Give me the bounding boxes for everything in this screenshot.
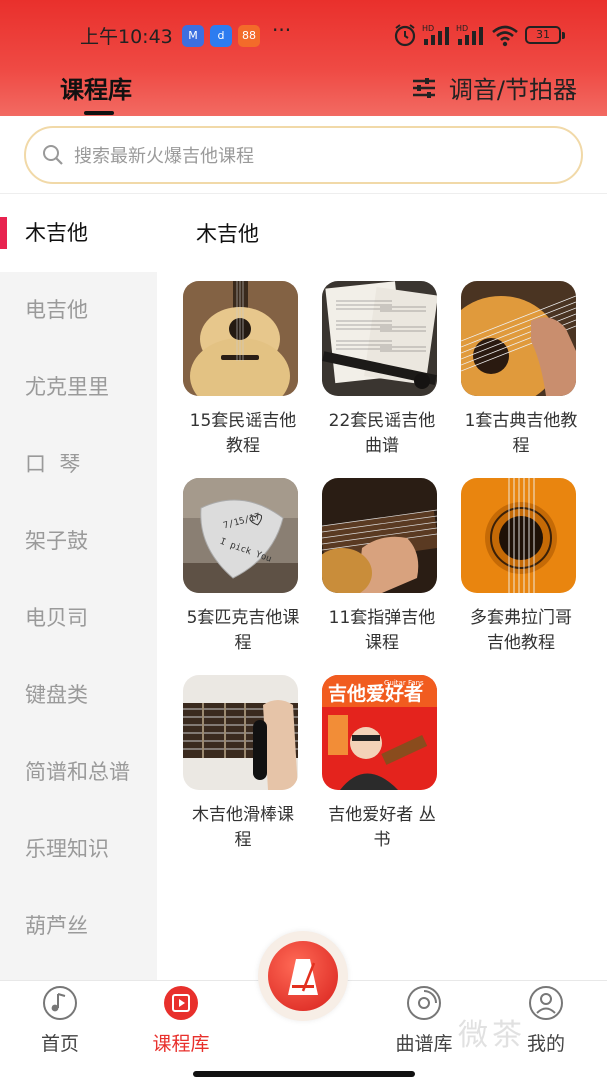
tab-course-library[interactable]: 课程库 xyxy=(60,70,132,105)
nav-sheet-library[interactable]: 曲谱库 xyxy=(384,985,464,1056)
category-sidebar: 木吉他 电吉他 尤克里里 口 琴 架子鼓 电贝司 键盘类 简谱和总谱 乐理知识 … xyxy=(0,195,157,980)
svg-text:HD: HD xyxy=(456,24,468,33)
sidebar-item-drums[interactable]: 架子鼓 xyxy=(0,503,157,580)
search-section: 搜索最新火爆吉他课程 xyxy=(0,116,607,194)
sheet-music-thumbnail xyxy=(322,281,437,396)
sidebar-item-keyboard[interactable]: 键盘类 xyxy=(0,657,157,734)
active-tab-indicator xyxy=(84,111,114,115)
metronome-button[interactable] xyxy=(258,931,348,1021)
course-title: 1套古典吉他教程 xyxy=(464,411,578,456)
tuner-label: 调音/节拍器 xyxy=(448,76,577,104)
course-title: 木吉他滑棒课程 xyxy=(192,805,294,850)
course-library-icon xyxy=(164,986,198,1020)
watermark: 微茶 xyxy=(458,1018,526,1053)
course-title: 22套民谣吉他 曲谱 xyxy=(328,411,436,456)
huawei-app-icon: M xyxy=(182,25,204,47)
home-indicator[interactable] xyxy=(193,1071,415,1077)
nav-course-library[interactable]: 课程库 xyxy=(141,985,221,1056)
acoustic-guitar-thumbnail xyxy=(183,281,298,396)
search-placeholder: 搜索最新火爆吉他课程 xyxy=(74,146,254,167)
active-category-marker xyxy=(0,217,7,249)
sidebar-item-electric-guitar[interactable]: 电吉他 xyxy=(0,272,157,349)
classical-guitar-thumbnail xyxy=(461,281,576,396)
alarm-icon xyxy=(394,24,416,47)
course-title: 11套指弹吉他 课程 xyxy=(328,608,436,653)
svg-text:Guitar Fans: Guitar Fans xyxy=(384,679,424,687)
top-header: 上午10:43 M d 88 ··· HD HD 31 课程库 调音/节拍器 xyxy=(0,0,607,116)
metronome-icon xyxy=(288,959,318,995)
guitar-pick-thumbnail: 7/15/17 I pick You xyxy=(183,478,298,593)
course-title: 多套弗拉门哥 吉他教程 xyxy=(470,608,572,653)
sidebar-item-harmonica[interactable]: 口 琴 xyxy=(0,426,157,503)
music-note-icon xyxy=(43,986,77,1020)
user-profile-icon xyxy=(529,986,563,1020)
tuner-metronome-button[interactable]: 调音/节拍器 xyxy=(411,70,577,105)
sidebar-item-ukulele[interactable]: 尤克里里 xyxy=(0,349,157,426)
guitar-slide-thumbnail xyxy=(183,675,298,790)
svg-text:HD: HD xyxy=(422,24,434,33)
search-icon xyxy=(43,145,63,165)
signal-2-icon: HD xyxy=(456,24,483,45)
status-time: 上午10:43 xyxy=(80,26,173,48)
wifi-icon xyxy=(492,25,518,47)
book-cover-thumbnail: 吉他爱好者 Guitar Fans xyxy=(322,675,437,790)
nav-home[interactable]: 首页 xyxy=(20,985,100,1056)
more-notifications-icon: ··· xyxy=(272,18,292,42)
flamenco-guitar-thumbnail xyxy=(461,478,576,593)
sliders-icon xyxy=(412,77,435,98)
sidebar-item-hulusi[interactable]: 葫芦丝 xyxy=(0,888,157,965)
sidebar-item-acoustic-guitar[interactable]: 木吉他 xyxy=(0,195,157,272)
status-bar: 上午10:43 M d 88 ··· HD HD 31 xyxy=(0,14,607,54)
course-title: 15套民谣吉他 教程 xyxy=(189,411,297,456)
sidebar-item-bass[interactable]: 电贝司 xyxy=(0,580,157,657)
vinyl-disc-icon xyxy=(407,986,441,1020)
signal-1-icon: HD xyxy=(422,24,449,45)
sidebar-item-notation[interactable]: 简谱和总谱 xyxy=(0,734,157,811)
d-app-icon: d xyxy=(210,25,232,47)
video-app-icon: 88 xyxy=(238,25,260,47)
fingerstyle-thumbnail xyxy=(322,478,437,593)
course-title: 吉他爱好者 丛书 xyxy=(328,805,436,850)
sidebar-item-music-theory[interactable]: 乐理知识 xyxy=(0,811,157,888)
search-input[interactable]: 搜索最新火爆吉他课程 xyxy=(24,126,583,184)
battery-indicator: 31 xyxy=(525,26,565,44)
course-title: 5套匹克吉他课程 xyxy=(186,608,300,653)
category-title: 木吉他 xyxy=(196,222,259,246)
